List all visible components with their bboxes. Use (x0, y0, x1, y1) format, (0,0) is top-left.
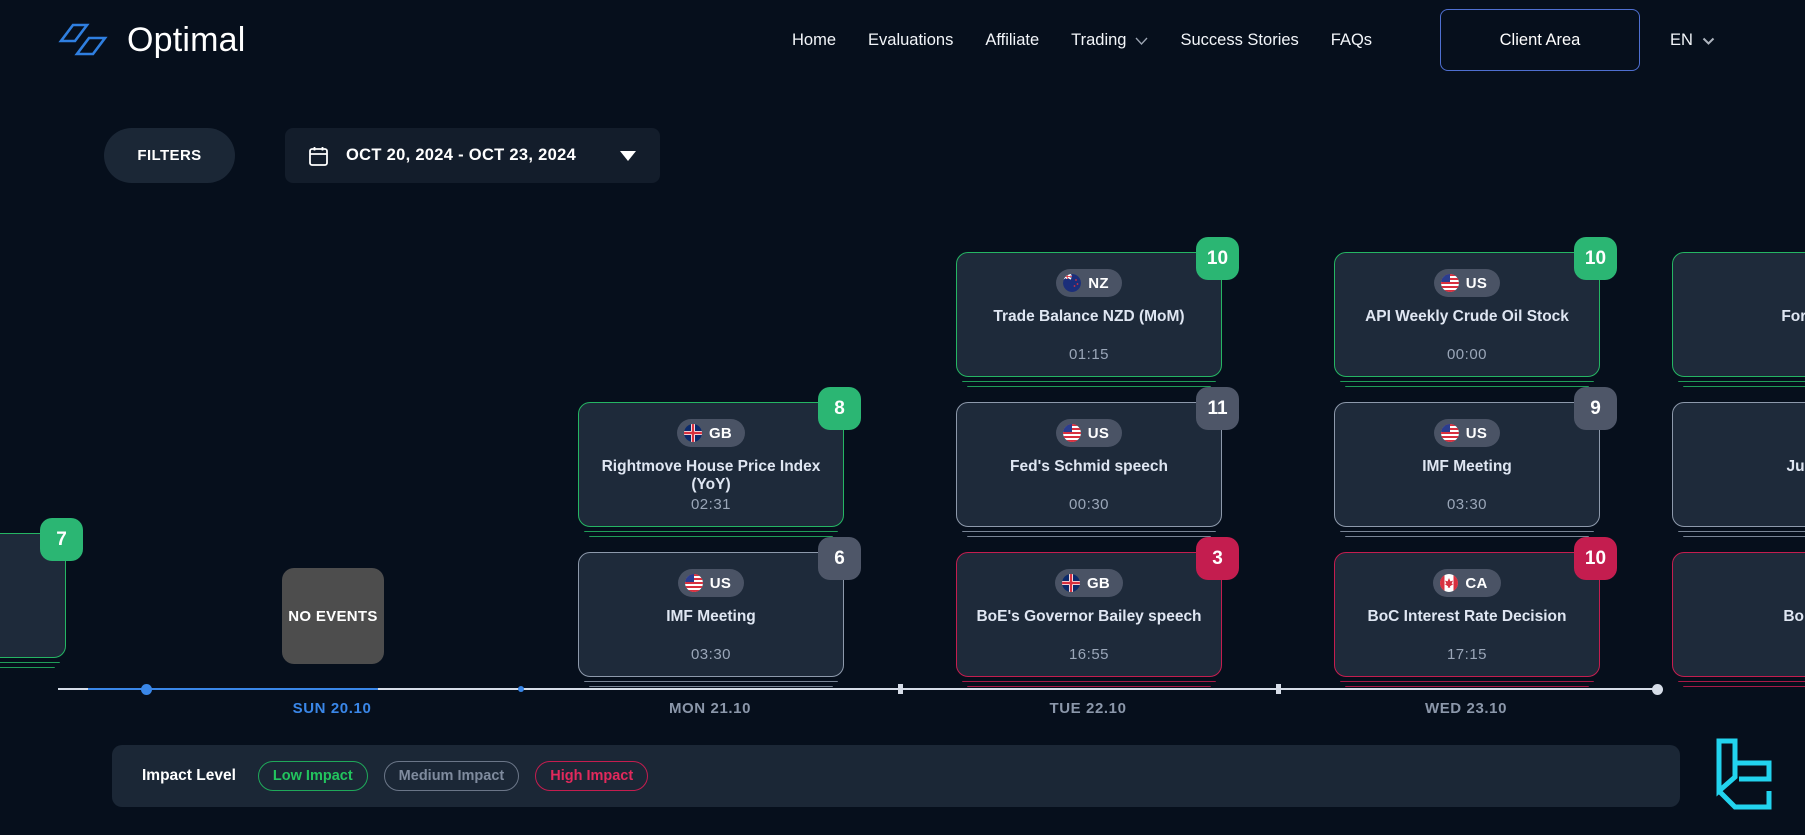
country-pill: CA (1433, 569, 1500, 597)
event-title: Foreig (1673, 308, 1805, 326)
country-code: CA (1465, 575, 1487, 592)
legend-chip-medium[interactable]: Medium Impact (384, 761, 520, 791)
event-time: 00:30 (1069, 496, 1109, 513)
country-code: US (1466, 275, 1487, 292)
timeline-tick-sun[interactable] (141, 684, 152, 695)
event-card[interactable]: 10 CA BoC Interest Rate Decision 17:15 (1334, 552, 1600, 677)
event-card[interactable]: 6 US IMF Meeting 03:30 (578, 552, 844, 677)
event-title: tions (0, 589, 65, 607)
event-title: Rightmove House Price Index (YoY) (579, 458, 843, 494)
timeline-tick-mon[interactable] (518, 686, 524, 692)
event-time: 00:00 (1447, 346, 1487, 363)
country-pill: GB (1055, 569, 1123, 597)
event-title: BoE's Governor Bailey speech (957, 608, 1221, 626)
impact-score-badge: 10 (1574, 537, 1617, 580)
impact-score-badge: 8 (818, 387, 861, 430)
timeline-tick-wed[interactable] (1276, 684, 1281, 694)
event-card[interactable]: 10 NZ Trade Balance NZD (MoM) 01:15 (956, 252, 1222, 377)
event-card[interactable]: 7 tions (0, 533, 66, 658)
event-title: BoE's (1673, 608, 1805, 626)
event-title: IMF Meeting (1335, 458, 1599, 476)
impact-score-badge: 7 (40, 518, 83, 561)
event-card[interactable]: 9 US IMF Meeting 03:30 (1334, 402, 1600, 527)
flag-icon-us (685, 574, 703, 592)
event-time: 17:15 (1447, 646, 1487, 663)
event-title: API Weekly Crude Oil Stock (1335, 308, 1599, 326)
impact-score-badge: 3 (1196, 537, 1239, 580)
impact-score-badge: 9 (1574, 387, 1617, 430)
flag-icon-ca (1440, 574, 1458, 592)
event-time: 03:30 (691, 646, 731, 663)
country-code: US (1088, 425, 1109, 442)
event-card[interactable]: 11 US Fed's Schmid speech 00:30 (956, 402, 1222, 527)
event-card[interactable]: 8 GB Rightmove House Price Index (YoY) 0… (578, 402, 844, 527)
event-time: 01:15 (1069, 346, 1109, 363)
no-events-label: NO EVENTS (288, 608, 377, 625)
brand-watermark-icon (1705, 733, 1783, 825)
day-label-wed[interactable]: WED 23.10 (1366, 700, 1566, 717)
event-title: Fed's Schmid speech (957, 458, 1221, 476)
day-label-tue[interactable]: TUE 22.10 (988, 700, 1188, 717)
legend-chip-high[interactable]: High Impact (535, 761, 648, 791)
event-title: Trade Balance NZD (MoM) (957, 308, 1221, 326)
timeline-axis-active-segment (88, 688, 378, 690)
impact-score-badge: 6 (818, 537, 861, 580)
impact-legend: Impact Level Low Impact Medium Impact Hi… (112, 745, 1680, 807)
flag-icon-nz (1063, 274, 1081, 292)
impact-legend-title: Impact Level (142, 767, 236, 785)
event-card[interactable]: 3 GB BoE's Governor Bailey speech 16:55 (956, 552, 1222, 677)
country-pill: GB (677, 419, 745, 447)
event-title: IMF Meeting (579, 608, 843, 626)
country-code: US (710, 575, 731, 592)
country-code: US (1466, 425, 1487, 442)
event-title: BoC Interest Rate Decision (1335, 608, 1599, 626)
country-pill: US (1434, 269, 1500, 297)
event-card[interactable]: Judo (1672, 402, 1805, 527)
impact-score-badge: 10 (1196, 237, 1239, 280)
event-title: Judo (1673, 458, 1805, 476)
flag-icon-gb (1062, 574, 1080, 592)
country-code: NZ (1088, 275, 1109, 292)
country-pill: NZ (1056, 269, 1122, 297)
country-pill: US (1434, 419, 1500, 447)
event-time: 16:55 (1069, 646, 1109, 663)
event-time: 02:31 (691, 496, 731, 513)
flag-icon-us (1063, 424, 1081, 442)
events-timeline-board: 7 tions NO EVENTS 8 GB Rightmove House P… (0, 0, 1805, 835)
country-code: GB (709, 425, 732, 442)
flag-icon-gb (684, 424, 702, 442)
no-events-placeholder: NO EVENTS (282, 568, 384, 664)
day-label-sun[interactable]: SUN 20.10 (232, 700, 432, 717)
legend-chip-low[interactable]: Low Impact (258, 761, 368, 791)
impact-score-badge: 10 (1574, 237, 1617, 280)
event-time: 03:30 (1447, 496, 1487, 513)
day-label-mon[interactable]: MON 21.10 (610, 700, 810, 717)
timeline-tick-tue[interactable] (898, 684, 903, 694)
country-pill: US (1056, 419, 1122, 447)
event-card[interactable]: BoE's (1672, 552, 1805, 677)
flag-icon-us (1441, 274, 1459, 292)
event-card[interactable]: Foreig (1672, 252, 1805, 377)
impact-score-badge: 11 (1196, 387, 1239, 430)
country-pill: US (678, 569, 744, 597)
flag-icon-us (1441, 424, 1459, 442)
event-card[interactable]: 10 US API Weekly Crude Oil Stock 00:00 (1334, 252, 1600, 377)
country-code: GB (1087, 575, 1110, 592)
timeline-tick-end[interactable] (1652, 684, 1663, 695)
